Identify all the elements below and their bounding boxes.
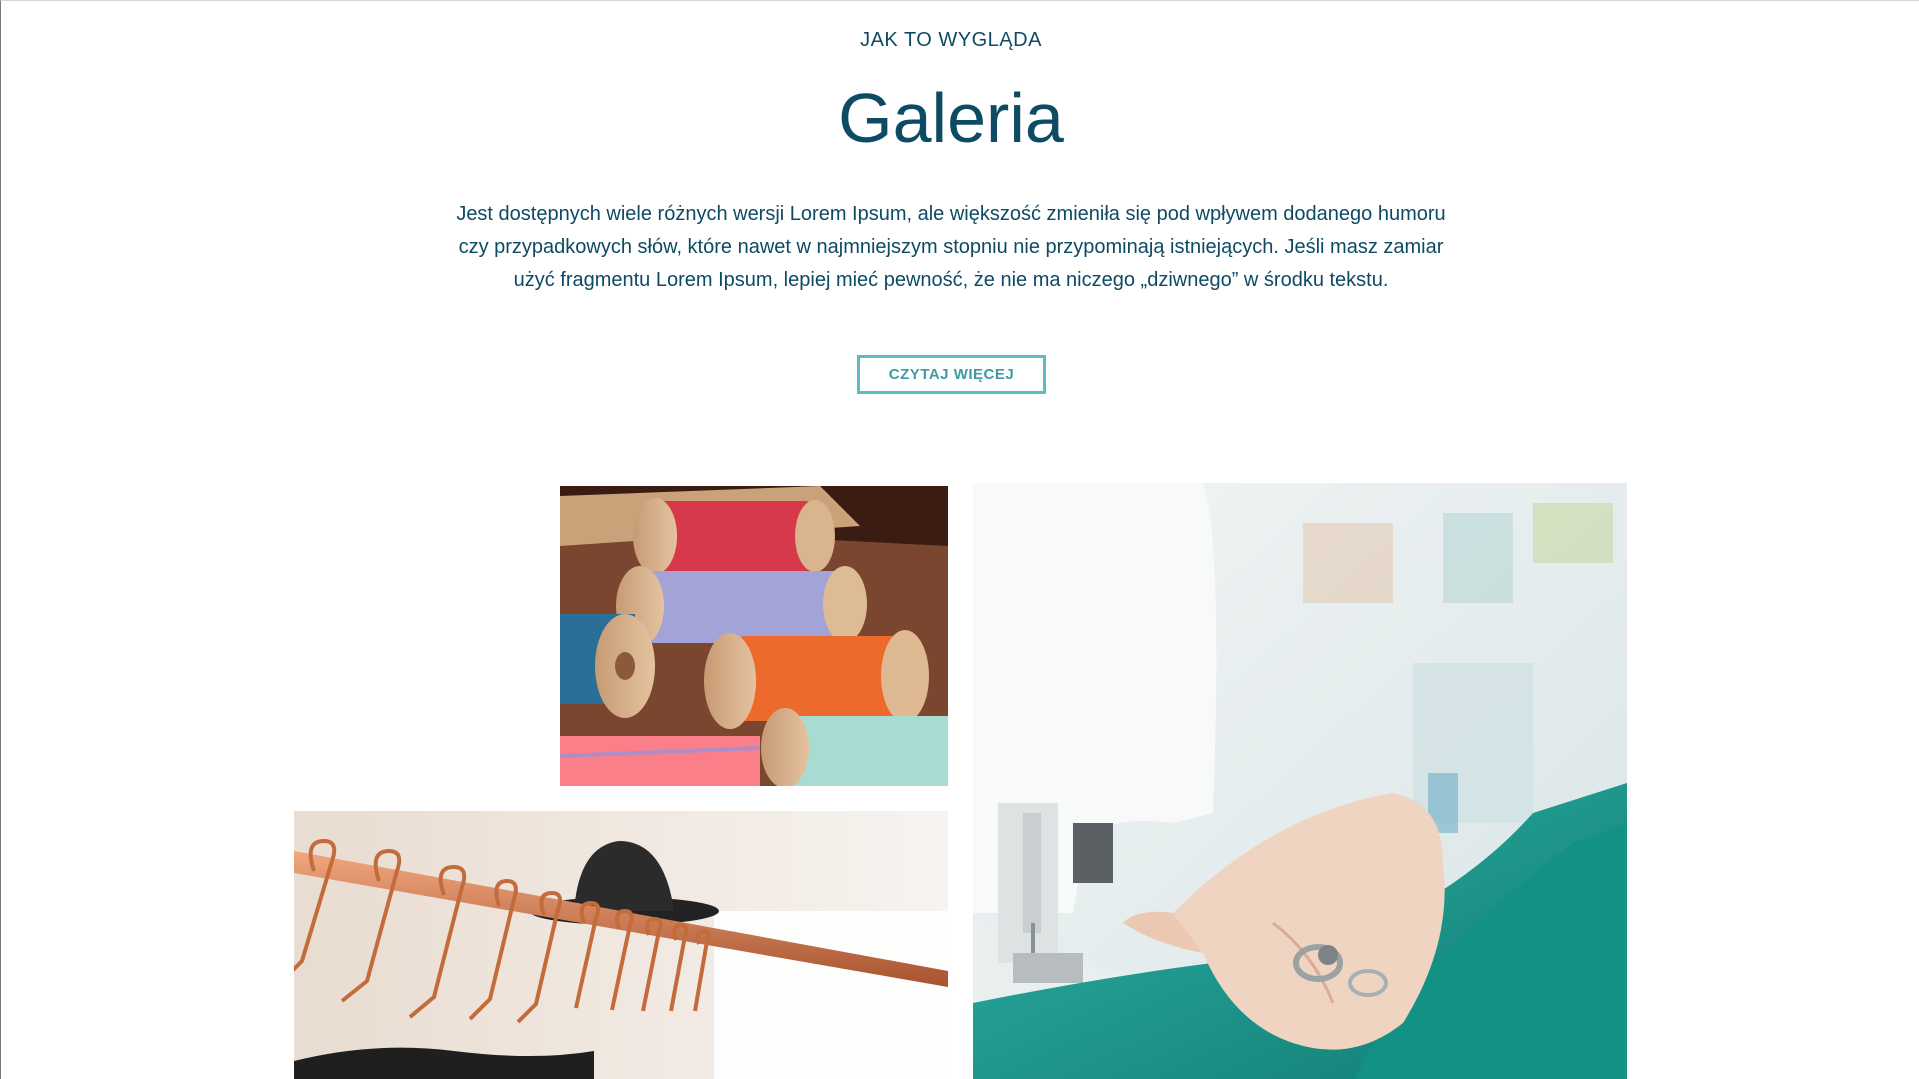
section-eyebrow: JAK TO WYGLĄDA [860, 29, 1042, 51]
page-title: Galeria [838, 79, 1064, 157]
copper-hangers-image [294, 811, 948, 1079]
read-more-button[interactable]: CZYTAJ WIĘCEJ [857, 355, 1046, 394]
section-description: Jest dostępnych wiele różnych wersji Lor… [456, 203, 1446, 291]
thread-spools-photo[interactable] [560, 486, 948, 786]
page-frame: JAK TO WYGLĄDA Galeria Jest dostępnych w… [0, 0, 1919, 1079]
sewing-machine-image [973, 483, 1627, 1079]
thread-spools-image [560, 486, 948, 786]
sewing-machine-photo[interactable] [973, 483, 1627, 1079]
copper-hangers-photo[interactable] [294, 811, 948, 1079]
